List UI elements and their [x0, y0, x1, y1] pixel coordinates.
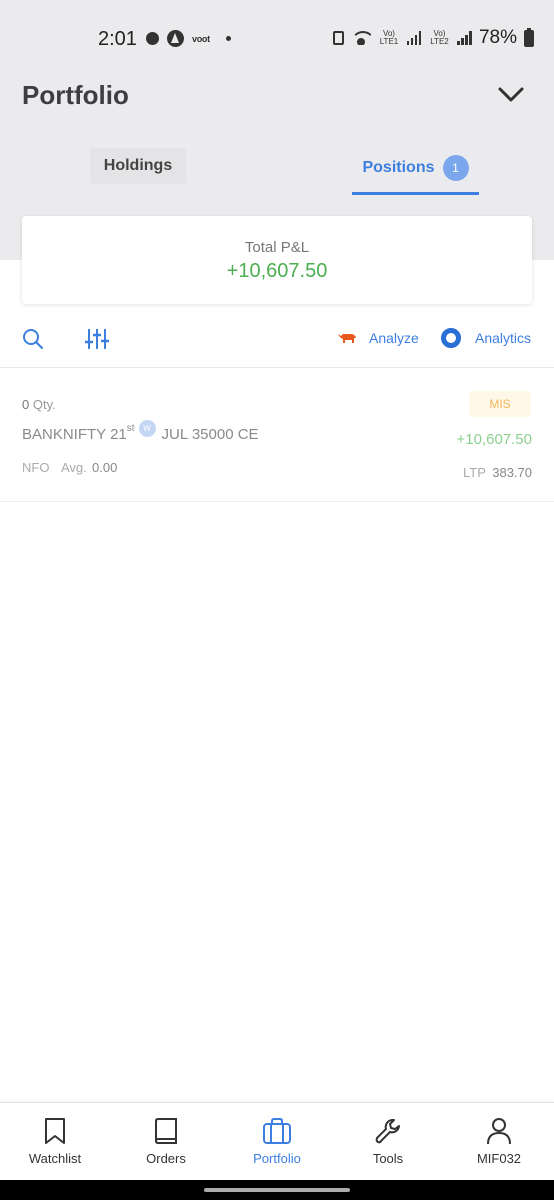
- nav-tools-label: Tools: [372, 1151, 404, 1166]
- avg-price-label: Avg.: [61, 460, 87, 475]
- nav-profile-label: MIF032: [476, 1151, 522, 1166]
- nav-orders-label: Orders: [146, 1151, 186, 1166]
- bull-icon: [338, 334, 356, 343]
- analyze-label: Analyze: [369, 330, 419, 346]
- instrument-symbol: BANKNIFTY 21: [22, 426, 127, 443]
- instrument-day-suffix: st: [126, 423, 135, 434]
- position-qty-value: 0: [22, 397, 30, 412]
- wifi-icon: [350, 31, 371, 45]
- page-title: Portfolio: [22, 80, 129, 110]
- bookmark-icon: [45, 1118, 65, 1144]
- notification-a-icon: [167, 30, 184, 47]
- analytics-button[interactable]: Analytics: [441, 328, 531, 348]
- user-icon: [487, 1118, 511, 1145]
- lte1-label: Vo) LTE1: [379, 29, 399, 46]
- analyze-button[interactable]: Analyze: [337, 330, 419, 346]
- status-bar: 2:01 voot Vo) LTE1 Vo) LTE2 78%: [0, 0, 554, 70]
- search-icon[interactable]: [22, 328, 44, 350]
- position-qty-label: Qty.: [32, 397, 56, 412]
- notification-app-icon: [146, 32, 159, 45]
- instrument-name: BANKNIFTY 21 st W JUL 35000 CE: [22, 420, 259, 443]
- wrench-icon: [375, 1119, 400, 1144]
- position-pnl: +10,607.50: [456, 431, 533, 448]
- positions-count-badge: 1: [442, 155, 469, 181]
- instrument-contract: JUL 35000 CE: [161, 426, 259, 443]
- total-pnl-label: Total P&L: [244, 239, 310, 256]
- position-row[interactable]: 0 Qty. MIS BANKNIFTY 21 st W JUL 35000 C…: [0, 369, 554, 502]
- tab-positions-label: Positions: [362, 159, 435, 176]
- battery-icon: [524, 27, 534, 47]
- home-gesture-handle[interactable]: [204, 1188, 350, 1192]
- battery-percent: 78%: [478, 27, 517, 48]
- system-navigation-bar: [0, 1180, 554, 1200]
- briefcase-icon: [263, 1118, 291, 1144]
- filter-sliders-icon[interactable]: [85, 328, 109, 350]
- battery-saver-icon: [332, 31, 344, 45]
- status-time: 2:01: [98, 28, 137, 50]
- nav-orders[interactable]: Orders: [111, 1103, 221, 1181]
- voot-icon: voot: [192, 33, 210, 44]
- nav-profile[interactable]: MIF032: [444, 1103, 554, 1181]
- tab-holdings[interactable]: Holdings: [90, 148, 186, 184]
- bottom-navigation: Watchlist Orders Portfolio Tools MIF032: [0, 1102, 554, 1180]
- nav-watchlist[interactable]: Watchlist: [0, 1103, 110, 1181]
- active-tab-indicator: [352, 192, 479, 195]
- total-pnl-value: +10,607.50: [226, 260, 328, 282]
- status-notification-icons: voot: [146, 30, 231, 47]
- tab-holdings-label: Holdings: [103, 157, 173, 174]
- position-qty: 0 Qty.: [22, 397, 56, 412]
- tab-positions[interactable]: Positions 1: [352, 144, 479, 192]
- nav-portfolio-label: Portfolio: [253, 1151, 301, 1166]
- lte2-label: Vo) LTE2: [430, 29, 449, 46]
- product-badge: MIS: [469, 391, 531, 417]
- total-pnl-card: Total P&L +10,607.50: [22, 216, 532, 304]
- analytics-label: Analytics: [475, 330, 532, 346]
- position-exchange: NFO: [22, 460, 50, 475]
- nav-portfolio[interactable]: Portfolio: [222, 1103, 332, 1181]
- weekly-expiry-badge: W: [138, 420, 156, 437]
- more-notifications-icon: [225, 36, 231, 41]
- ltp-value: 383.70: [492, 465, 532, 480]
- nav-tools[interactable]: Tools: [333, 1103, 443, 1181]
- book-icon: [155, 1118, 177, 1144]
- analytics-icon: [441, 328, 461, 348]
- nav-watchlist-label: Watchlist: [28, 1151, 82, 1166]
- ltp-label: LTP: [463, 465, 486, 480]
- chevron-down-icon[interactable]: [498, 86, 524, 104]
- signal2-icon: [457, 31, 472, 45]
- avg-price-value: 0.00: [92, 460, 118, 475]
- status-system-icons: Vo) LTE1 Vo) LTE2 78%: [332, 27, 534, 49]
- positions-toolbar: Analyze Analytics: [0, 318, 554, 368]
- signal1-icon: [406, 31, 422, 45]
- portfolio-tabs: Holdings Positions 1: [0, 140, 554, 196]
